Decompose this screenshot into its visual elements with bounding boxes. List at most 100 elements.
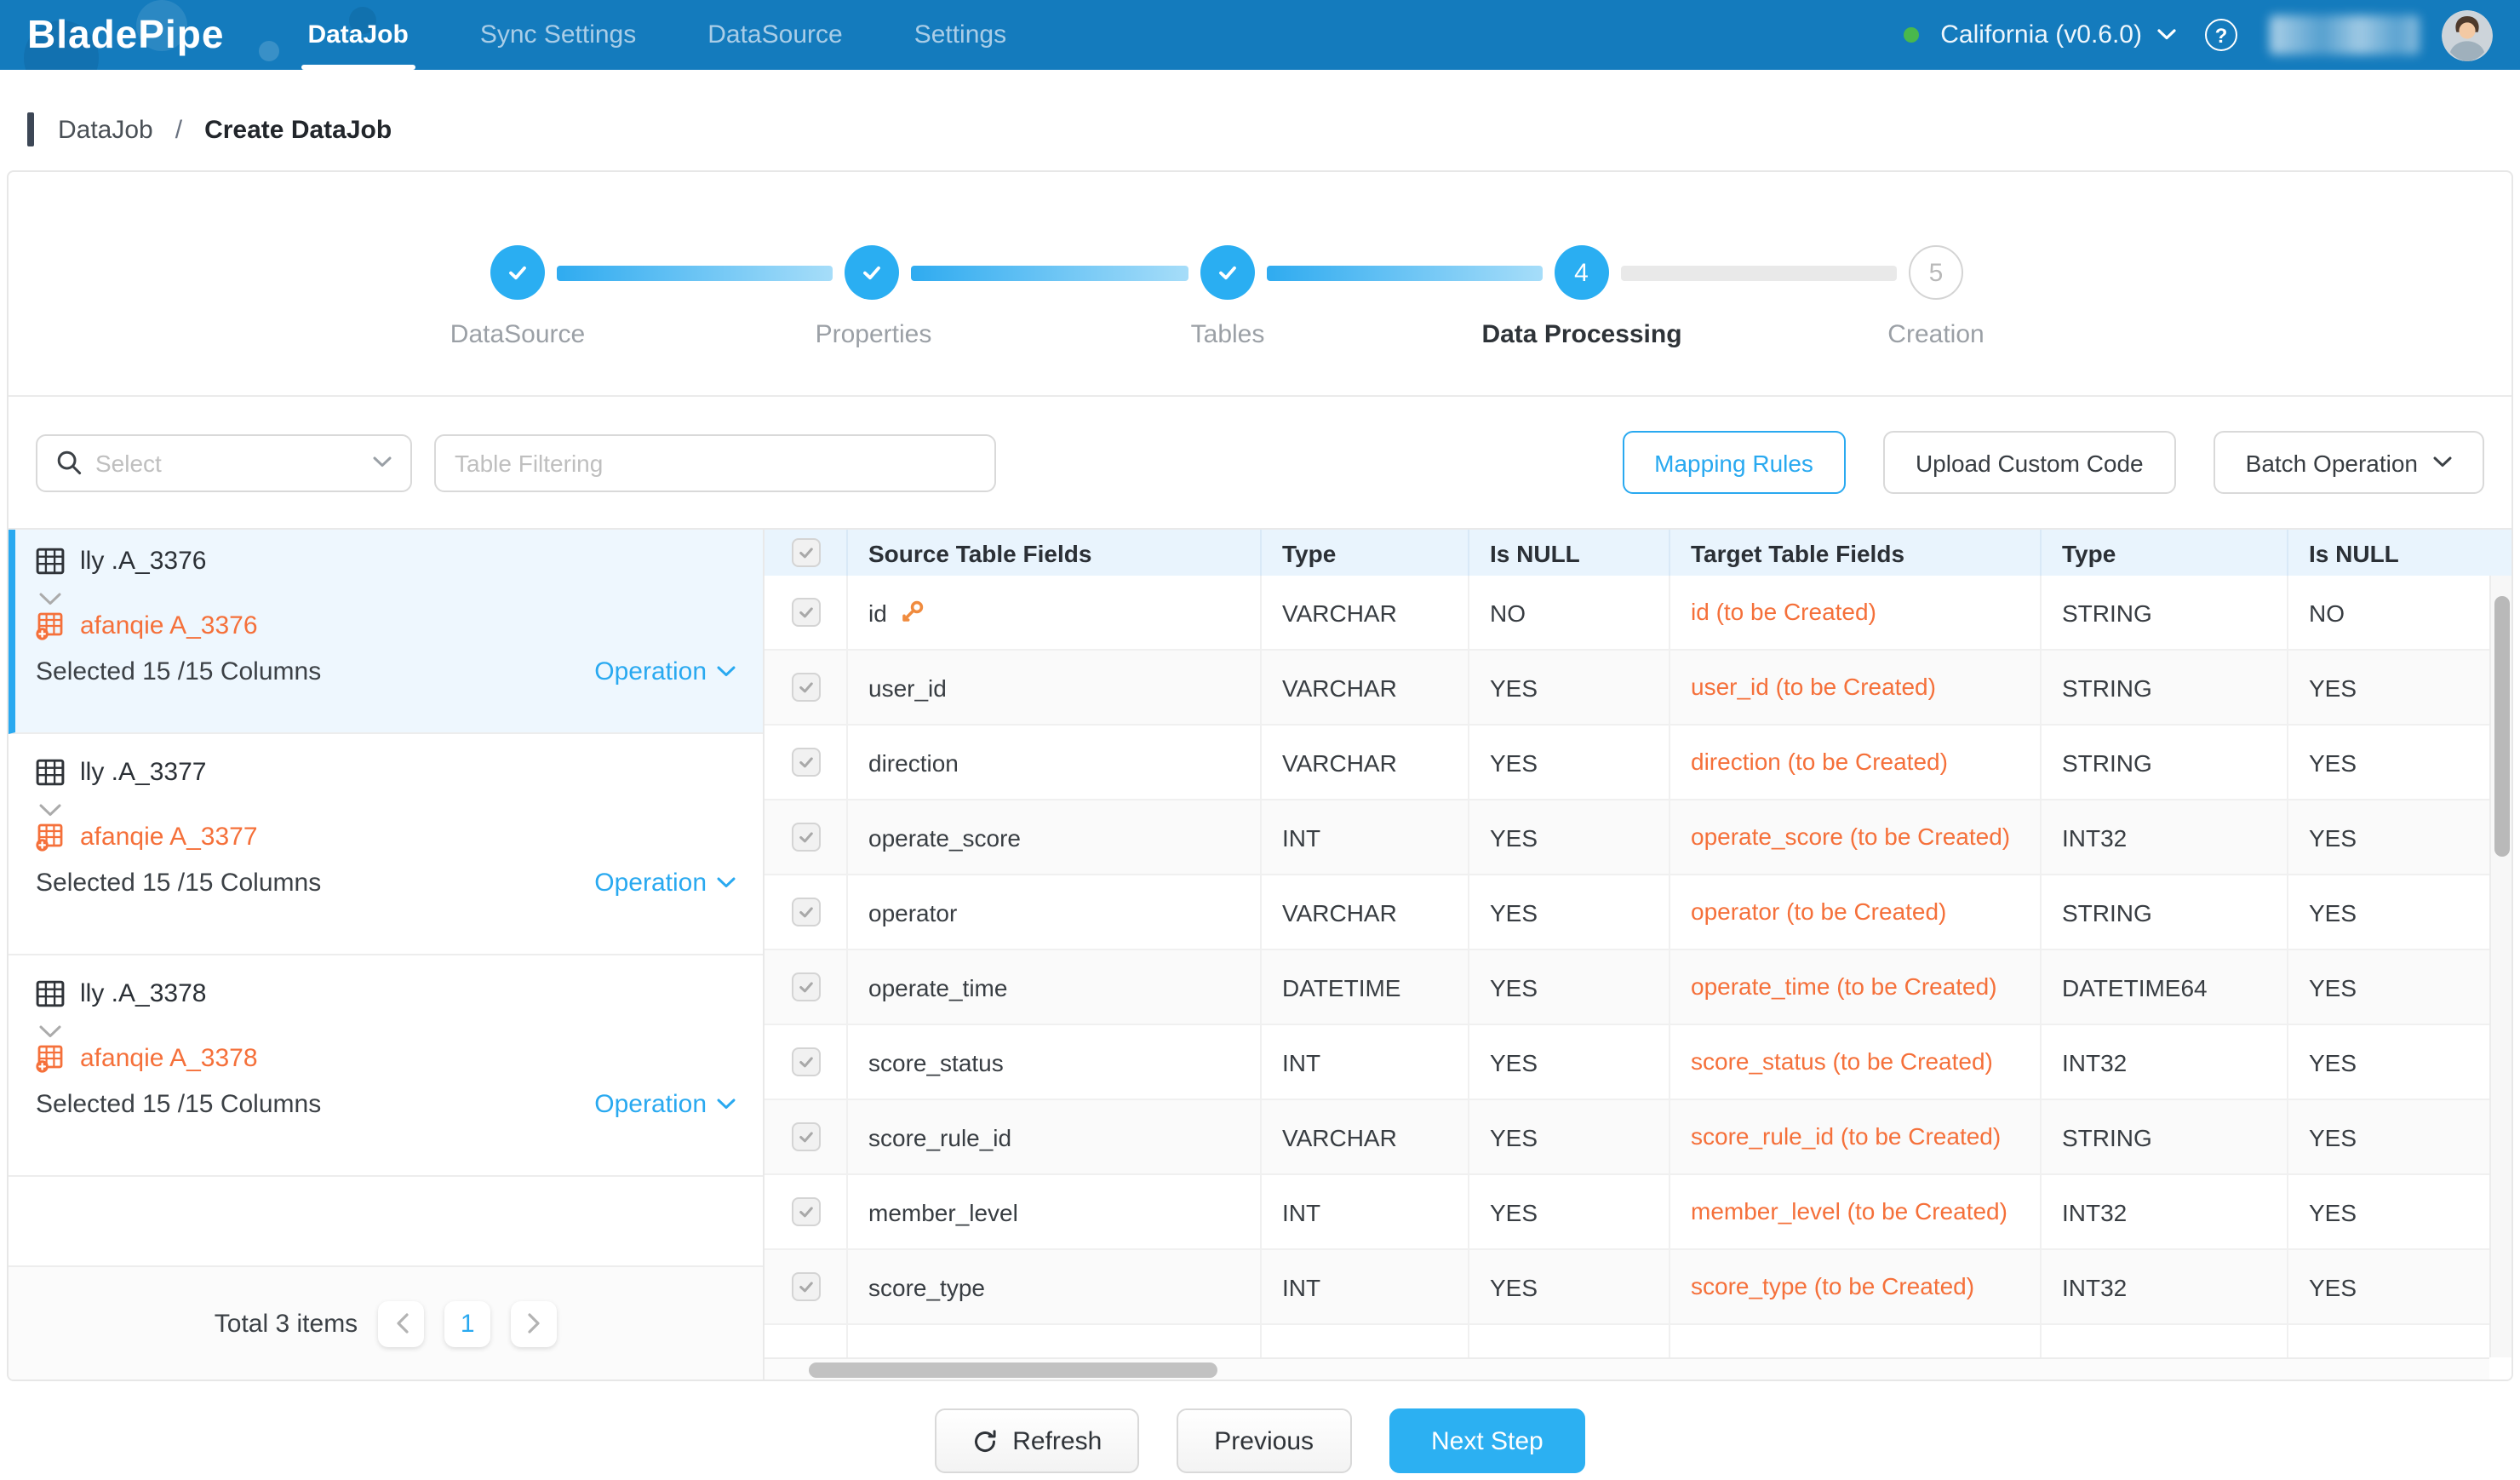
row-checkbox[interactable] [791, 673, 820, 702]
selected-columns-text: Selected 15 /15 Columns [36, 1090, 321, 1119]
upload-custom-code-button[interactable]: Upload Custom Code [1883, 431, 2176, 494]
page-title: Create DataJob [204, 115, 392, 144]
row-checkbox[interactable] [791, 1272, 820, 1301]
step-label-datasource: DataSource [450, 320, 585, 349]
target-field-name: operator (to be Created) [1691, 896, 1946, 928]
target-field-isnull: YES [2309, 823, 2357, 851]
source-field-type: VARCHAR [1282, 898, 1397, 926]
prev-page-button[interactable] [378, 1300, 424, 1346]
table-row: user_id VARCHAR YES user_id (to be Creat… [765, 651, 2511, 726]
select-dropdown[interactable]: Select [36, 433, 412, 491]
environment-selector[interactable]: California (v0.6.0) [1940, 20, 2176, 49]
operation-dropdown[interactable]: Operation [594, 1090, 736, 1119]
target-field-type: INT32 [2062, 1273, 2127, 1300]
source-field-isnull: YES [1490, 1048, 1538, 1076]
nav-datajob[interactable]: DataJob [272, 0, 444, 70]
wizard-stepper: 4 5 DataSource Properties Tables Data Pr… [9, 172, 2511, 397]
table-filtering-input[interactable] [434, 433, 996, 491]
mapping-rules-button[interactable]: Mapping Rules [1622, 431, 1846, 494]
header-target-type: Type [2042, 530, 2288, 576]
table-row: score_status INT YES score_status (to be… [765, 1025, 2511, 1100]
check-icon [861, 261, 885, 284]
row-checkbox[interactable] [791, 898, 820, 926]
target-field-isnull: YES [2309, 1048, 2357, 1076]
step-connector [1266, 265, 1543, 280]
environment-label: California (v0.6.0) [1940, 20, 2142, 49]
next-page-button[interactable] [511, 1300, 557, 1346]
breadcrumb-separator: / [175, 115, 182, 144]
row-checkbox[interactable] [791, 598, 820, 627]
source-field-isnull: YES [1490, 1273, 1538, 1300]
operation-label: Operation [594, 657, 707, 686]
topbar-right: California (v0.6.0) ? [1903, 9, 2493, 60]
breadcrumb: DataJob / Create DataJob [27, 106, 2520, 153]
target-field-isnull: YES [2309, 749, 2357, 776]
chevron-down-icon [2433, 456, 2452, 468]
table-row: member_level INT YES member_level (to be… [765, 1175, 2511, 1250]
step-number: 4 [1574, 258, 1589, 287]
target-field-type: STRING [2062, 898, 2152, 926]
expand-chevron-icon[interactable] [39, 1017, 736, 1037]
source-field-type: INT [1282, 1048, 1320, 1076]
horizontal-scrollbar-thumb[interactable] [809, 1362, 1217, 1378]
source-field-isnull: YES [1490, 1198, 1538, 1225]
expand-chevron-icon[interactable] [39, 584, 736, 605]
source-field-name: operator [868, 898, 957, 926]
vertical-scrollbar-thumb[interactable] [2494, 596, 2510, 857]
chevron-down-icon [373, 456, 392, 468]
header-source-type: Type [1262, 530, 1469, 576]
nav-sync-settings[interactable]: Sync Settings [444, 0, 672, 70]
nav-datasource[interactable]: DataSource [672, 0, 878, 70]
step-circle-properties [845, 245, 900, 300]
row-checkbox[interactable] [791, 748, 820, 777]
target-field-isnull: NO [2309, 599, 2345, 626]
step-label-tables: Tables [1191, 320, 1265, 349]
check-icon [796, 753, 815, 772]
nav-datasource-label: DataSource [707, 20, 842, 49]
check-icon [796, 1127, 815, 1146]
row-checkbox[interactable] [791, 972, 820, 1001]
row-checkbox[interactable] [791, 1047, 820, 1076]
row-checkbox[interactable] [791, 1197, 820, 1226]
check-icon [796, 903, 815, 921]
table-pair-item-1[interactable]: lly .A_3376 afanqie A_3376 Selected 15 /… [9, 530, 763, 734]
batch-operation-label: Batch Operation [2246, 449, 2418, 476]
header-source-fields: Source Table Fields [848, 530, 1262, 576]
expand-chevron-icon[interactable] [39, 795, 736, 816]
step-label-creation: Creation [1887, 320, 1984, 349]
row-checkbox[interactable] [791, 823, 820, 852]
target-field-type: STRING [2062, 1123, 2152, 1150]
operation-dropdown[interactable]: Operation [594, 657, 736, 686]
pagination: Total 3 items 1 [9, 1265, 763, 1380]
chevron-right-icon [527, 1313, 541, 1334]
table-pair-item-2[interactable]: lly .A_3377 afanqie A_3377 Selected 15 /… [9, 734, 763, 955]
table-add-icon [36, 823, 65, 852]
next-step-label: Next Step [1431, 1426, 1544, 1455]
nav-settings[interactable]: Settings [879, 0, 1042, 70]
breadcrumb-datajob[interactable]: DataJob [58, 115, 153, 144]
source-table-name: lly .A_3376 [80, 547, 206, 576]
toolbar-buttons: Mapping Rules Upload Custom Code Batch O… [1622, 431, 2484, 494]
horizontal-scrollbar-track [765, 1357, 2489, 1380]
header-checkbox[interactable] [791, 538, 820, 567]
refresh-button[interactable]: Refresh [934, 1408, 1139, 1473]
batch-operation-button[interactable]: Batch Operation [2214, 431, 2484, 494]
source-field-type: VARCHAR [1282, 599, 1397, 626]
table-pair-item-3[interactable]: lly .A_3378 afanqie A_3378 Selected 15 /… [9, 955, 763, 1177]
source-field-name: score_type [868, 1273, 985, 1300]
table-header-row: Source Table Fields Type Is NULL Target … [765, 530, 2511, 576]
source-field-isnull: YES [1490, 1123, 1538, 1150]
target-field-name: operate_time (to be Created) [1691, 971, 1997, 1003]
previous-button[interactable]: Previous [1177, 1408, 1351, 1473]
bladepipe-logo[interactable]: BladePipe [27, 12, 224, 58]
operation-dropdown[interactable]: Operation [594, 869, 736, 898]
avatar[interactable] [2442, 9, 2493, 60]
page-button-1[interactable]: 1 [444, 1300, 490, 1346]
table-icon [36, 758, 65, 787]
target-field-isnull: YES [2309, 674, 2357, 701]
select-placeholder: Select [95, 449, 359, 476]
row-checkbox[interactable] [791, 1122, 820, 1151]
source-field-isnull: YES [1490, 674, 1538, 701]
help-icon[interactable]: ? [2205, 19, 2237, 51]
next-step-button[interactable]: Next Step [1389, 1408, 1586, 1473]
